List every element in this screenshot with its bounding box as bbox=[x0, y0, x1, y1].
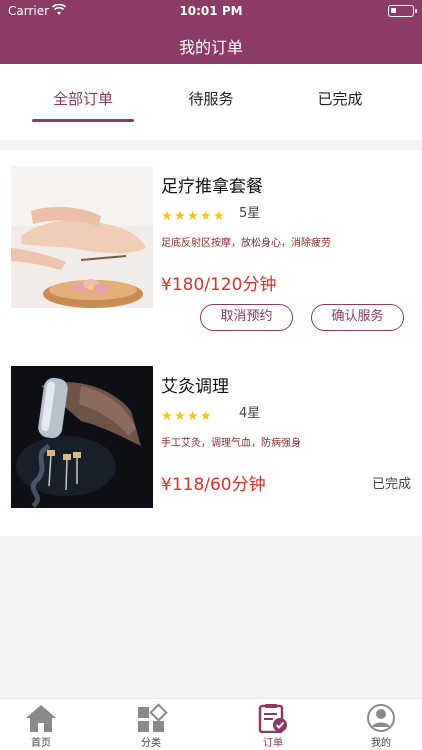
category-icon bbox=[138, 703, 168, 732]
status-bar: Carrier 10:01 PM bbox=[0, 0, 422, 22]
service-name: 艾灸调理 bbox=[161, 377, 229, 397]
star-icon: ★ bbox=[187, 409, 199, 424]
service-description: 足底反射区按摩，放松身心，消除疲劳 bbox=[161, 238, 331, 249]
tabbar-item-profile[interactable]: 我的 bbox=[351, 703, 411, 749]
order-list: 足疗推拿套餐 ★★★★★ 5星 足底反射区按摩，放松身心，消除疲劳 ¥180/1… bbox=[0, 150, 422, 536]
service-price: ¥118/60分钟 bbox=[161, 475, 266, 495]
star-icon: ★ bbox=[174, 209, 186, 224]
star-icon: ★ bbox=[213, 209, 225, 224]
profile-icon bbox=[367, 704, 395, 732]
tabbar-label: 订单 bbox=[263, 738, 283, 749]
cancel-booking-button[interactable]: 取消预约 bbox=[200, 304, 293, 331]
page-title: 我的订单 bbox=[178, 38, 243, 57]
tabbar-label: 首页 bbox=[31, 738, 51, 749]
order-image bbox=[11, 366, 153, 508]
rating-label: 5星 bbox=[239, 206, 261, 221]
tabbar-item-category[interactable]: 分类 bbox=[121, 703, 181, 749]
tab-completed[interactable]: 已完成 bbox=[270, 88, 410, 109]
service-price: ¥180/120分钟 bbox=[161, 275, 277, 295]
rating-label: 4星 bbox=[239, 406, 261, 421]
order-image bbox=[11, 166, 153, 308]
home-icon bbox=[26, 705, 56, 732]
star-icon: ★ bbox=[174, 409, 186, 424]
order-card[interactable]: 足疗推拿套餐 ★★★★★ 5星 足底反射区按摩，放松身心，消除疲劳 ¥180/1… bbox=[0, 150, 422, 331]
order-tabs: 全部订单 待服务 已完成 bbox=[0, 64, 422, 140]
star-icon: ★ bbox=[161, 209, 173, 224]
star-icon: ★ bbox=[161, 409, 173, 424]
order-card[interactable]: 艾灸调理 ★★★★ 4星 手工艾灸，调理气血，防病强身 ¥118/60分钟 已完… bbox=[0, 350, 422, 508]
order-status: 已完成 bbox=[371, 477, 411, 492]
order-icon bbox=[258, 704, 287, 733]
tabbar-item-orders[interactable]: 订单 bbox=[243, 703, 303, 749]
battery-icon bbox=[388, 5, 417, 17]
star-rating: ★★★★★ bbox=[161, 205, 226, 223]
active-tab-indicator bbox=[32, 119, 134, 122]
service-name: 足疗推拿套餐 bbox=[161, 177, 263, 197]
star-rating: ★★★★ bbox=[161, 405, 213, 423]
star-icon: ★ bbox=[200, 409, 212, 424]
star-icon: ★ bbox=[187, 209, 199, 224]
tabbar-label: 分类 bbox=[141, 738, 161, 749]
clock: 10:01 PM bbox=[179, 4, 243, 18]
bottom-tab-bar: 首页 分类 订单 我的 bbox=[0, 698, 422, 750]
service-description: 手工艾灸，调理气血，防病强身 bbox=[161, 438, 301, 449]
app-header: Carrier 10:01 PM 我的订单 bbox=[0, 0, 422, 64]
tabbar-item-home[interactable]: 首页 bbox=[11, 703, 71, 749]
tab-all-orders[interactable]: 全部订单 bbox=[13, 88, 153, 109]
tab-pending-service[interactable]: 待服务 bbox=[141, 88, 281, 109]
tabbar-label: 我的 bbox=[371, 738, 391, 749]
confirm-service-button[interactable]: 确认服务 bbox=[311, 304, 404, 331]
star-icon: ★ bbox=[200, 209, 212, 224]
